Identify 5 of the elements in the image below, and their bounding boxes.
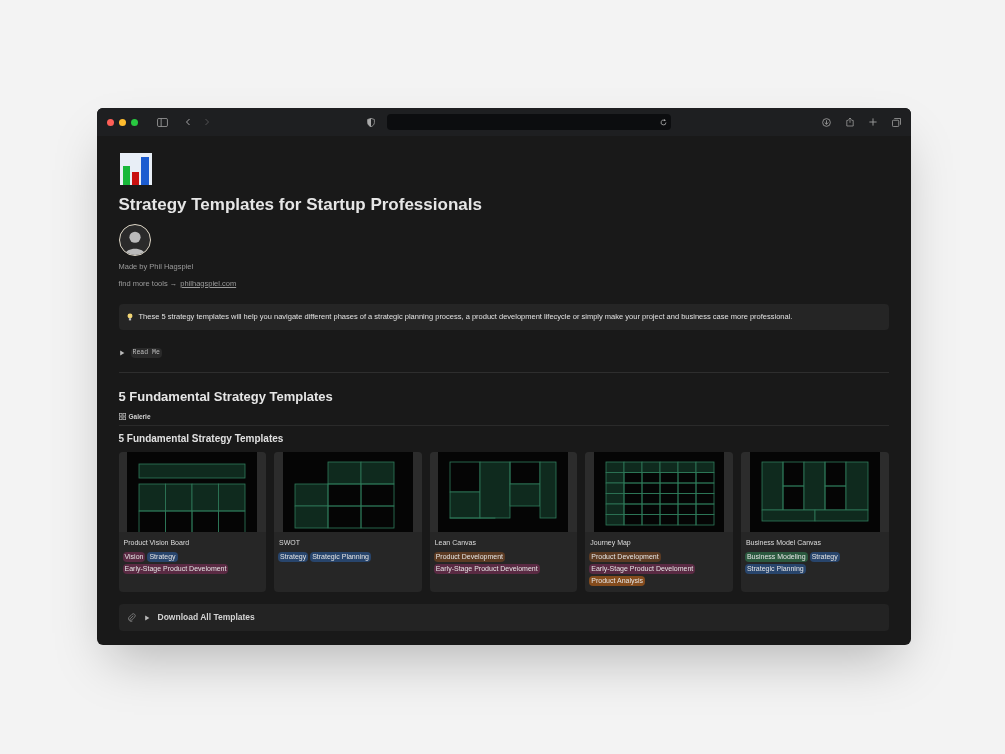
section-heading: 5 Fundamental Strategy Templates bbox=[118, 387, 334, 406]
download-label: Download All Templates bbox=[157, 611, 255, 625]
download-toggle-block[interactable]: Download All Templates bbox=[118, 604, 889, 632]
page-title: Strategy Templates for Startup Professionals bbox=[118, 194, 483, 216]
gallery-title: 5 Fundamental Strategy Templates bbox=[118, 431, 285, 446]
